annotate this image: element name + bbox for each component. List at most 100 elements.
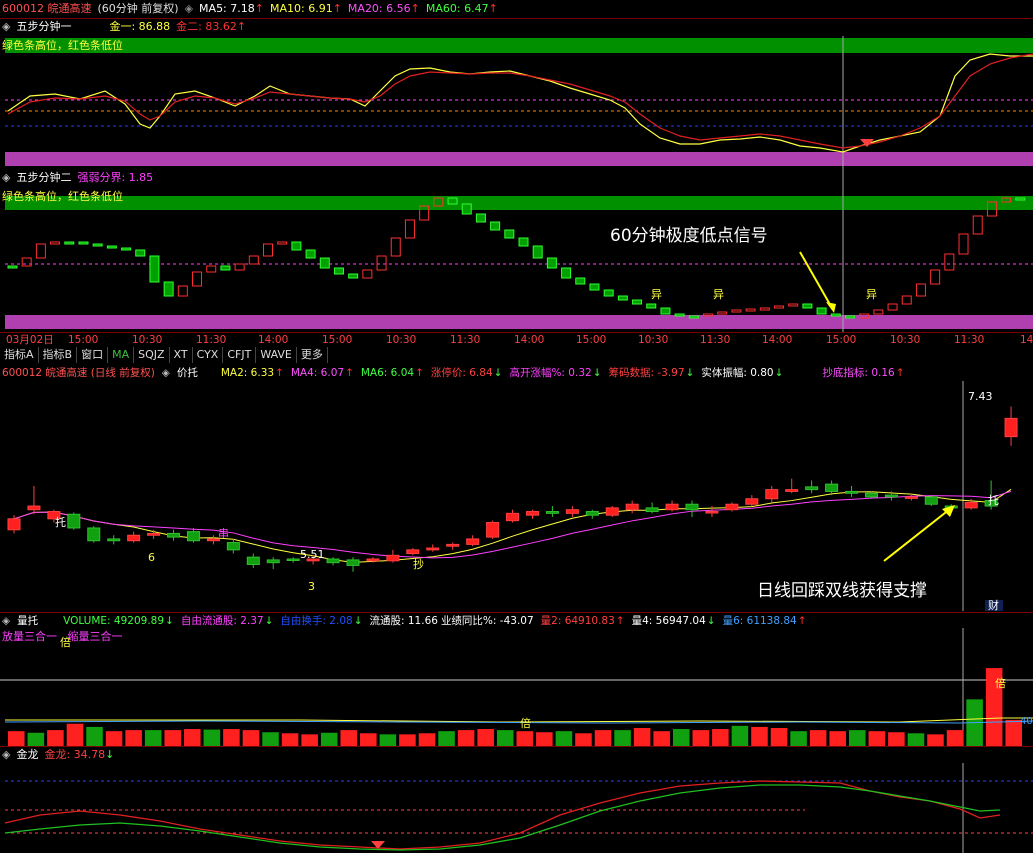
tab-sqjz[interactable]: SQJZ (134, 347, 170, 363)
jinlong-green-line (4, 784, 1001, 851)
candle-body (246, 556, 260, 565)
time-tick-label: 10:30 (386, 334, 417, 346)
time-tick-label: 14 (1020, 334, 1033, 346)
indicator-bar (674, 313, 685, 317)
candle-body (625, 503, 639, 511)
volume-bar (27, 732, 45, 746)
candle-body (346, 559, 360, 566)
volume-bar (66, 723, 84, 746)
signal-mark: 异 (651, 288, 662, 301)
pane2-chart: 绿色条高位，红色条低位 60分钟极度低点信号 异 异 异 (2, 186, 1033, 332)
volume-bar (790, 731, 807, 746)
candle-body (326, 558, 340, 564)
signal-mark: 异 (866, 288, 877, 301)
jl-title: 金龙 (16, 748, 39, 761)
volume-bar (809, 730, 827, 746)
volume-bar (536, 732, 553, 746)
time-tick-label: 15:00 (576, 334, 607, 346)
volume-bar (614, 730, 631, 746)
candle-body (864, 492, 878, 498)
indicator-bar (759, 307, 770, 311)
candle-body (785, 489, 799, 492)
pane-toggle-icon[interactable]: ◈ (2, 171, 10, 185)
low-price-label: 5.51 (300, 548, 325, 561)
tab-indicator-b[interactable]: 指标B (39, 347, 78, 363)
time-tick-label: 10:30 (132, 334, 163, 346)
candle-body (127, 534, 141, 542)
candle-body (366, 558, 380, 562)
volume-bar (946, 730, 964, 746)
indicator-bar (121, 247, 132, 251)
chao-mark: 抄 (413, 558, 424, 571)
tab-wave[interactable]: WAVE (256, 347, 297, 363)
candle-body (67, 513, 81, 529)
vol-header: ◈ 量托 VOLUME: 49209.89 ↓ 自由流通股: 2.37 ↓ 自由换手… (2, 614, 807, 628)
tab-cfjt[interactable]: CFJT (223, 347, 257, 363)
indicator-bar (589, 283, 600, 291)
indicator-bar (50, 241, 61, 245)
candle-body (904, 496, 918, 499)
indicator-bar (220, 265, 231, 271)
l4-label: 量4: 56947.04 (631, 615, 706, 627)
tab-indicator-a[interactable]: 指标A (0, 347, 39, 363)
indicator-bar (830, 313, 841, 317)
ma6-label: MA6: 6.04 (360, 367, 415, 379)
volume-bar (105, 731, 123, 746)
separator (0, 746, 1033, 747)
candle-body (665, 503, 679, 511)
indicator-bar (135, 249, 146, 257)
candle-body (147, 532, 161, 536)
volume-bar (457, 730, 475, 746)
indicator-bar (92, 243, 103, 247)
indicator-bar (546, 257, 557, 269)
volume-bar (262, 732, 279, 746)
main-code: 600012 皖通高速 (日线 前复权) (2, 367, 155, 379)
jin1-line (7, 53, 1033, 153)
candle-body (286, 558, 300, 561)
tab-more[interactable]: 更多 (297, 347, 328, 363)
candle-body (585, 511, 599, 516)
volume-bar (692, 730, 710, 746)
time-tick-label: 11:30 (700, 334, 731, 346)
indicator-bar (447, 197, 458, 205)
volume-bar (653, 731, 670, 746)
time-tick-label: 03月02日 (6, 334, 54, 346)
indicator-bar (958, 233, 969, 255)
volume-label: VOLUME: 49209.89 (63, 615, 165, 627)
time-tick-label: 14:00 (258, 334, 289, 346)
time-tick-label: 11:30 (954, 334, 985, 346)
jinlong-chart (4, 763, 1033, 853)
candle-body (924, 496, 938, 505)
time-tick-label: 11:30 (196, 334, 227, 346)
indicator-bar (21, 257, 32, 267)
liutong-label: 流通股: 11.66 (369, 615, 438, 627)
indicator-bar (518, 237, 529, 247)
time-tick-label: 15:00 (826, 334, 857, 346)
pane-toggle-icon[interactable]: ◈ (2, 748, 10, 762)
st-label: 实体振幅: 0.80 (701, 367, 774, 379)
indicator-bar (291, 241, 302, 251)
pane-toggle-icon[interactable]: ◈ (2, 20, 10, 34)
volume-bar (242, 730, 260, 746)
l6-label: 量6: 61138.84 (722, 615, 797, 627)
pane-toggle-icon[interactable]: ◈ (162, 366, 170, 380)
candle-body (765, 489, 779, 500)
pane2-low-band (5, 315, 1033, 329)
tab-xt[interactable]: XT (170, 347, 193, 363)
jin1-label: 金一: 86.88 (109, 20, 171, 33)
tab-cyx[interactable]: CYX (193, 347, 224, 363)
volume-bar (203, 729, 221, 746)
pane-toggle-icon[interactable]: ◈ (2, 614, 10, 628)
tab-ma[interactable]: MA (108, 347, 135, 363)
chuan-mark: 串 (218, 527, 229, 540)
tab-window[interactable]: 窗口 (77, 347, 109, 363)
indicator-bar (404, 219, 415, 239)
toggle-icon[interactable]: ◈ (185, 2, 193, 16)
indicator-bar (263, 243, 273, 257)
indicator-bar (1015, 197, 1026, 201)
indicator-bar (915, 283, 926, 297)
candle-body (725, 503, 739, 511)
indicator-bar (617, 295, 628, 301)
volume-bar (496, 730, 514, 746)
cd-label: 抄底指标: 0.16 (822, 367, 895, 379)
